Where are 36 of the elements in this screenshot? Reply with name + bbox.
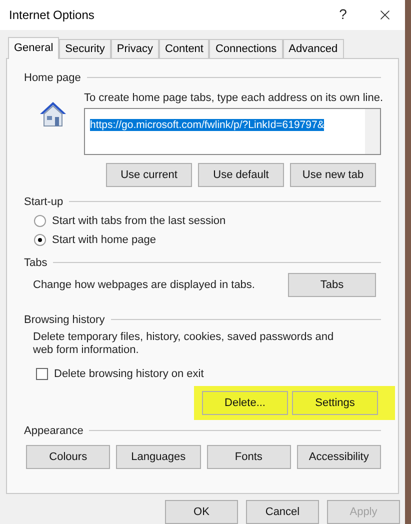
button[interactable]: Accessibility: [296, 444, 381, 469]
button[interactable]: Use default: [198, 162, 284, 187]
group-label: Start-up: [24, 194, 64, 210]
description-text: Delete temporary files, history, cookies, saved passwords and web form information.: [32, 330, 335, 357]
tab[interactable]: Content: [158, 38, 210, 58]
checkbox[interactable]: [36, 368, 48, 380]
scrollbar[interactable]: [365, 108, 380, 154]
button[interactable]: Languages: [116, 444, 200, 469]
group-label: Appearance: [24, 424, 84, 439]
button[interactable]: Use new tab: [290, 162, 376, 187]
radio-button[interactable]: [34, 234, 46, 246]
instruction-text: To create home page tabs, type each address on its own line.: [84, 90, 384, 106]
group-label: Tabs: [24, 256, 48, 271]
group-label: Home page: [24, 70, 81, 86]
radio-button[interactable]: [34, 214, 46, 227]
button[interactable]: Use current: [106, 162, 192, 187]
checkbox-label: Delete browsing history on exit: [54, 366, 204, 382]
dialog-button[interactable]: Cancel: [246, 500, 319, 524]
group-label: Browsing history: [24, 312, 105, 328]
description-text: Change how webpages are displayed in tabs.: [33, 278, 255, 293]
button[interactable]: Settings: [292, 390, 378, 415]
tab[interactable]: Advanced: [282, 38, 344, 58]
dialog-button[interactable]: OK: [165, 500, 238, 524]
address-field[interactable]: https://go.microsoft.com/fwlink/p/?LinkId=619797&: [84, 108, 381, 155]
help-button[interactable]: ?: [333, 4, 353, 26]
tab[interactable]: Security: [59, 38, 111, 58]
tab[interactable]: Privacy: [110, 38, 159, 58]
radio-label: Start with home page: [52, 232, 156, 248]
button[interactable]: Colours: [26, 444, 110, 469]
radio-label: Start with tabs from the last session: [52, 214, 226, 229]
button[interactable]: Delete...: [202, 390, 288, 415]
window-title: Internet Options: [9, 6, 96, 24]
tab[interactable]: General: [8, 36, 60, 59]
button[interactable]: Tabs: [288, 272, 376, 297]
tab[interactable]: Connections: [209, 38, 283, 58]
button[interactable]: Fonts: [206, 444, 291, 469]
